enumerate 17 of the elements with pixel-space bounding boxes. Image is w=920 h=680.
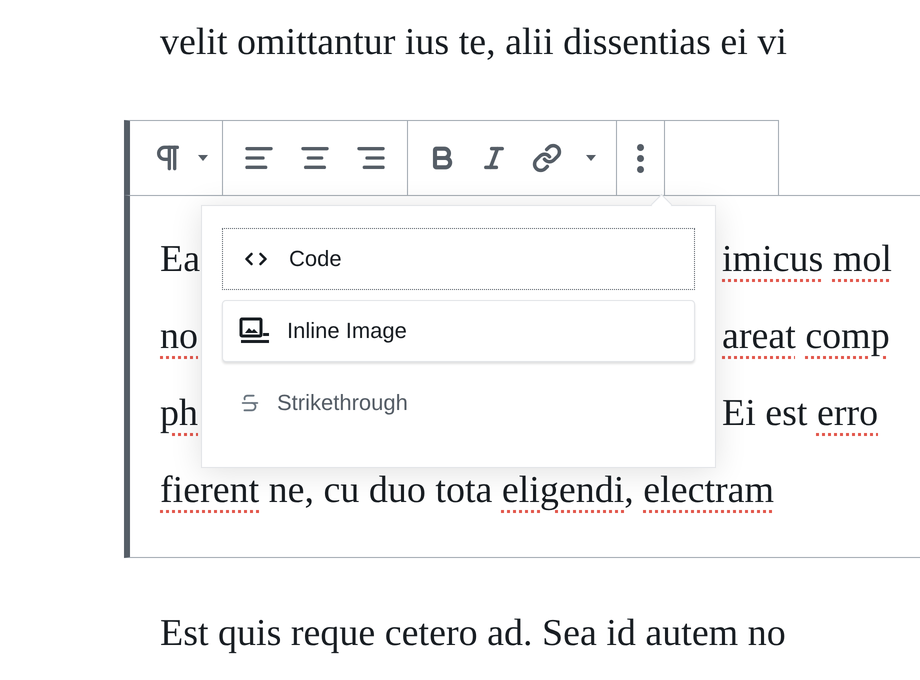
strikethrough-icon xyxy=(239,392,261,414)
paragraph-line: imicus mol xyxy=(722,237,892,282)
paragraph-line: velit omittantur ius te, alii dissentias ei vi xyxy=(160,20,787,65)
paragraph-line: ph xyxy=(160,392,198,434)
paragraph-line: no xyxy=(160,315,198,357)
menu-item[interactable]: Inline Image xyxy=(222,300,695,362)
link-icon xyxy=(532,143,562,173)
paragraph-line: Ei est erro xyxy=(722,391,878,436)
paragraph-line: Ea xyxy=(160,238,200,280)
paragraph-line: Est quis reque cetero ad. Sea id autem no xyxy=(160,611,786,656)
paragraph-line: areat comp xyxy=(722,314,890,359)
caret-icon xyxy=(198,155,208,161)
caret-icon xyxy=(586,155,596,161)
paragraph-line: fierent ne, cu duo tota eligendi, electram xyxy=(160,469,774,511)
more-icon xyxy=(637,144,644,172)
image-icon xyxy=(239,317,271,345)
menu-item[interactable]: Code xyxy=(222,228,695,290)
